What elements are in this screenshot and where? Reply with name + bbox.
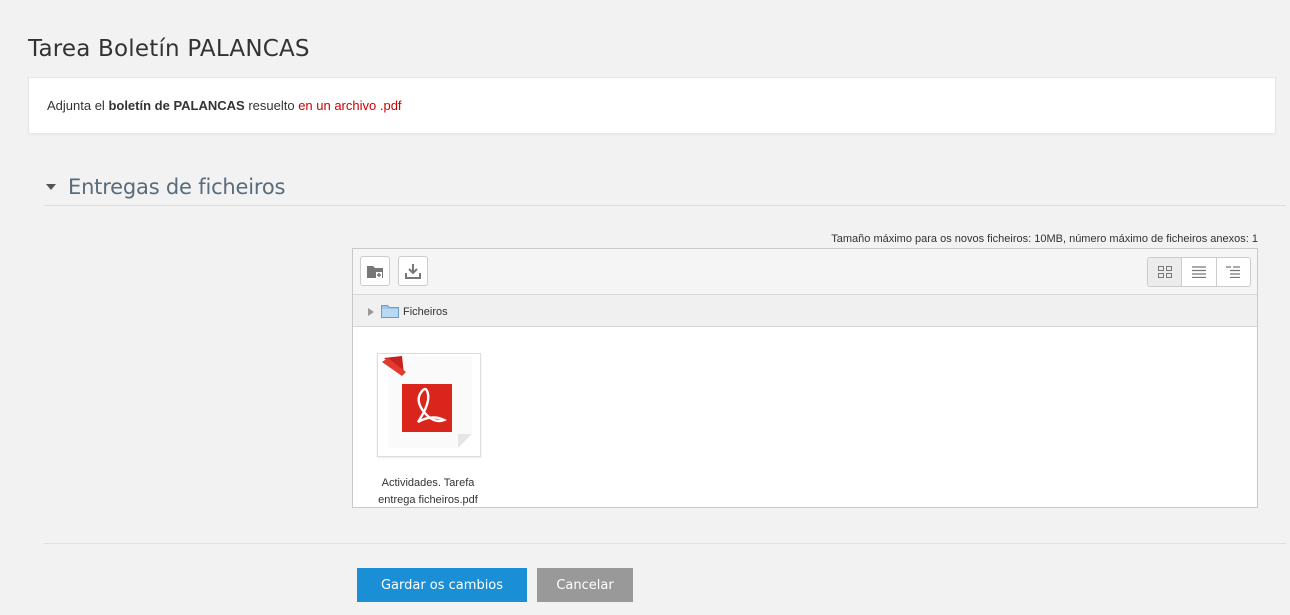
list-view-button[interactable] [1181, 258, 1215, 286]
save-button[interactable]: Gardar os cambios [357, 568, 527, 602]
filemanager-info: Tamaño máximo para os novos ficheiros: 1… [831, 233, 1258, 245]
intro-bold-text: boletín de PALANCAS [108, 98, 245, 113]
tree-view-icon [1226, 266, 1241, 278]
list-view-icon [1191, 266, 1206, 278]
intro-accent-text: en un archivo .pdf [298, 98, 402, 113]
breadcrumb-folder-label[interactable]: Ficheiros [403, 306, 448, 318]
intro-text-1: Adjunta el [47, 98, 109, 113]
pdf-icon [382, 356, 472, 448]
filemanager-toolbar [353, 249, 1257, 295]
intro-box: Adjunta el boletín de PALANCAS resuelto … [28, 77, 1276, 134]
view-switcher [1147, 257, 1251, 287]
cancel-button[interactable]: Cancelar [537, 568, 633, 602]
breadcrumb: Ficheiros [353, 295, 1257, 327]
file-name[interactable]: Actividades. Tarefa entrega ficheiros.pd… [353, 475, 503, 509]
expand-arrow-icon[interactable] [368, 308, 374, 316]
download-button[interactable] [398, 256, 428, 286]
section-header[interactable]: Entregas de ficheiros [44, 174, 1286, 206]
section-title: Entregas de ficheiros [68, 175, 286, 199]
collapse-caret-icon[interactable] [46, 184, 56, 190]
add-file-button[interactable] [360, 256, 390, 286]
add-file-icon [367, 266, 383, 278]
form-divider [44, 543, 1286, 544]
tree-view-button[interactable] [1215, 258, 1250, 286]
icons-view-icon [1157, 266, 1172, 278]
icons-view-button[interactable] [1148, 258, 1182, 286]
folder-icon [381, 305, 399, 318]
file-name-line-2: entrega ficheiros.pdf [378, 494, 478, 506]
file-name-line-1: Actividades. Tarefa [381, 477, 475, 489]
page-title: Tarea Boletín PALANCAS [28, 36, 310, 62]
download-icon [405, 264, 421, 279]
filemanager: Ficheiros Actividades. Tarefa entrega fi… [352, 248, 1258, 508]
intro-text-2: resuelto [244, 98, 299, 113]
file-thumbnail[interactable] [377, 353, 481, 457]
